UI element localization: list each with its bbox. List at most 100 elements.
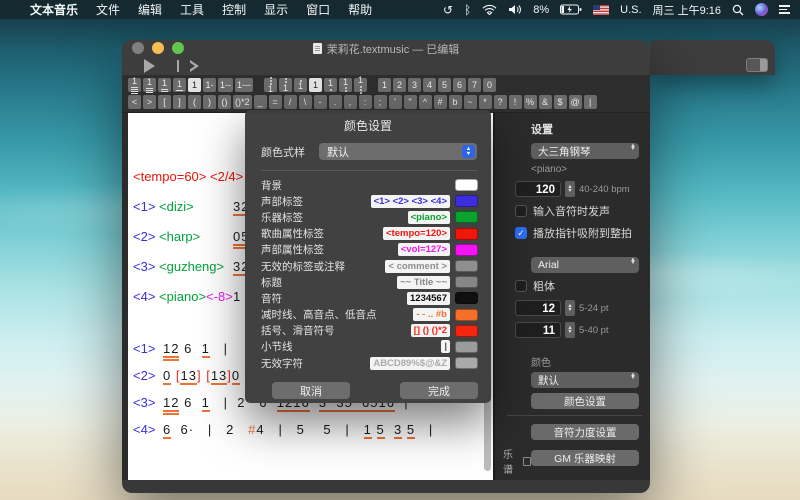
color-swatch-well[interactable] (455, 179, 478, 191)
tempo-stepper[interactable]: ▲▼ (565, 181, 575, 197)
symbol-key[interactable]: ( (188, 95, 201, 109)
symbol-key[interactable]: | (584, 95, 597, 109)
color-swatch-well[interactable] (455, 341, 478, 353)
symbol-key[interactable]: " (404, 95, 417, 109)
sound-on-input-checkbox[interactable] (515, 205, 527, 217)
menu-item-8[interactable]: 帮助 (348, 1, 372, 18)
symbol-key[interactable]: ] (173, 95, 186, 109)
volume-icon[interactable] (508, 4, 522, 15)
symbol-key[interactable]: - (314, 95, 327, 109)
note-velocity-button[interactable]: 音符力度设置 (531, 424, 639, 440)
color-swatch-well[interactable] (455, 195, 478, 207)
play-from-cursor-button[interactable] (177, 60, 190, 72)
menu-item-5[interactable]: 控制 (222, 1, 246, 18)
color-swatch-well[interactable] (455, 325, 478, 337)
octave-key[interactable]: 1 (354, 78, 367, 92)
font-size-field[interactable] (515, 300, 561, 316)
menu-item-7[interactable]: 窗口 (306, 1, 330, 18)
color-swatch-well[interactable] (455, 260, 478, 272)
color-swatch-well[interactable] (455, 309, 478, 321)
digit-key-1[interactable]: 1 (378, 78, 391, 92)
digit-key-7[interactable]: 7 (468, 78, 481, 92)
octave-key[interactable]: 1 (279, 78, 292, 92)
symbol-key[interactable]: , (344, 95, 357, 109)
duration-key[interactable]: 1--- (235, 78, 253, 92)
color-swatch-well[interactable] (455, 276, 478, 288)
bold-checkbox[interactable] (515, 280, 527, 292)
symbol-key[interactable]: ()*2 (233, 95, 252, 109)
symbol-key[interactable]: [ (158, 95, 171, 109)
color-swatch-well[interactable] (455, 292, 478, 304)
octave-key[interactable]: 1 (324, 78, 337, 92)
symbol-key[interactable]: # (434, 95, 447, 109)
duration-key[interactable]: 1 (143, 78, 156, 92)
input-source-label[interactable]: U.S. (620, 4, 641, 16)
title-bar[interactable]: 茉莉花.textmusic — 已编辑 (122, 40, 650, 57)
menu-item-6[interactable]: 显示 (264, 1, 288, 18)
duration-key[interactable]: 1 (158, 78, 171, 92)
symbol-key[interactable]: () (218, 95, 231, 109)
siri-icon[interactable] (755, 3, 768, 16)
battery-icon[interactable] (560, 4, 582, 15)
symbol-key[interactable]: = (269, 95, 282, 109)
mark-size-field[interactable] (515, 322, 561, 338)
symbol-key[interactable]: ? (494, 95, 507, 109)
digit-key-4[interactable]: 4 (423, 78, 436, 92)
color-swatch-well[interactable] (455, 244, 478, 256)
color-style-popup[interactable]: 默认 ▲▼ (531, 372, 639, 388)
symbol-key[interactable]: \ (299, 95, 312, 109)
menu-item-4[interactable]: 工具 (180, 1, 204, 18)
snap-to-beat-checkbox[interactable]: ✓ (515, 227, 527, 239)
octave-key[interactable]: 1 (309, 78, 322, 92)
font-size-stepper[interactable]: ▲▼ (565, 300, 575, 316)
symbol-key[interactable]: ) (203, 95, 216, 109)
symbol-key[interactable]: ~ (464, 95, 477, 109)
symbol-key[interactable]: & (539, 95, 552, 109)
mark-size-stepper[interactable]: ▲▼ (565, 322, 575, 338)
bold-row[interactable]: 粗体 (515, 278, 642, 294)
symbol-key[interactable]: ! (509, 95, 522, 109)
duration-key[interactable]: 1-- (218, 78, 233, 92)
symbol-key[interactable]: ' (389, 95, 402, 109)
color-style-dialog-popup[interactable]: 默认 ▲▼ (319, 143, 477, 160)
symbol-key[interactable]: $ (554, 95, 567, 109)
sidebar-toggle-button[interactable] (746, 58, 768, 72)
instrument-popup[interactable]: 大三角钢琴 ▲▼ (531, 143, 639, 159)
sound-on-input-row[interactable]: 输入音符时发声 (515, 203, 642, 219)
font-popup[interactable]: Arial ▲▼ (531, 257, 639, 273)
duration-key[interactable]: 1 (173, 78, 186, 92)
octave-key[interactable]: 1 (264, 78, 277, 92)
menu-item-3[interactable]: 编辑 (138, 1, 162, 18)
duration-key[interactable]: 1 (188, 78, 201, 92)
tempo-field[interactable] (515, 181, 561, 197)
zoom-button[interactable] (172, 42, 184, 54)
octave-key[interactable]: 1 (339, 78, 352, 92)
symbol-key[interactable]: < (128, 95, 141, 109)
color-swatch-well[interactable] (455, 228, 478, 240)
symbol-key[interactable]: ; (374, 95, 387, 109)
input-flag-icon[interactable] (593, 5, 609, 15)
menu-item-2[interactable]: 文件 (96, 1, 120, 18)
close-button[interactable] (132, 42, 144, 54)
symbol-key[interactable]: % (524, 95, 537, 109)
wifi-icon[interactable] (482, 4, 497, 15)
octave-key[interactable]: 1 (294, 78, 307, 92)
time-machine-icon[interactable]: ↺ (443, 3, 453, 17)
digit-key-5[interactable]: 5 (438, 78, 451, 92)
notification-center-icon[interactable] (779, 5, 790, 14)
duration-key[interactable]: 1 (128, 78, 141, 92)
duration-key[interactable]: 1- (203, 78, 216, 92)
symbol-key[interactable]: > (143, 95, 156, 109)
menu-clock[interactable]: 周三 上午9:16 (653, 2, 721, 18)
score-checkbox[interactable] (523, 457, 531, 466)
cancel-button[interactable]: 取消 (272, 382, 350, 399)
color-swatch-well[interactable] (455, 357, 478, 369)
snap-to-beat-row[interactable]: ✓ 播放指针吸附到整拍 (515, 225, 642, 241)
symbol-key[interactable]: b (449, 95, 462, 109)
color-settings-button[interactable]: 颜色设置 (531, 393, 639, 409)
spotlight-icon[interactable] (732, 4, 744, 16)
play-button[interactable] (144, 59, 155, 73)
bluetooth-icon[interactable]: ᛒ (464, 3, 471, 17)
digit-key-0[interactable]: 0 (483, 78, 496, 92)
done-button[interactable]: 完成 (400, 382, 478, 399)
